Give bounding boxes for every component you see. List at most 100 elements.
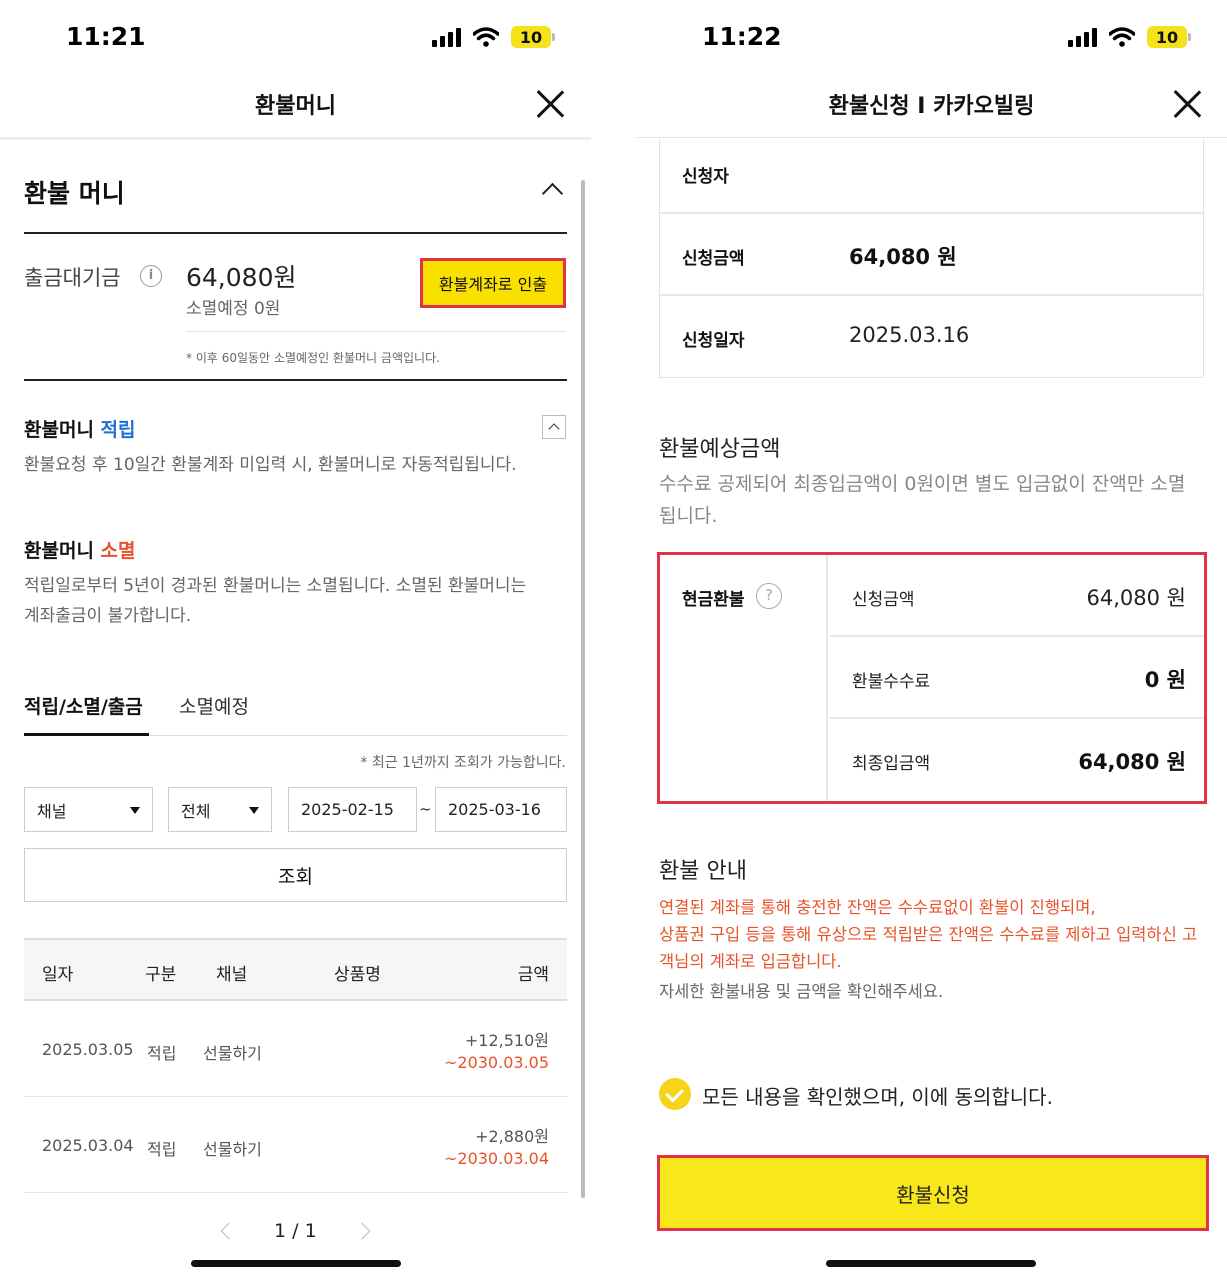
refund-money-screen: 11:21 10 환불머니 환불 머니 출금대기금 i 64,080원 소멸예정… [0,0,591,1280]
column-header-amount: 금액 [517,965,549,985]
table-row: 2025.03.05 적립 선물하기 +12,510원 ~2030.03.05 [24,1001,567,1097]
accrual-title-highlight: 적립 [100,419,136,441]
row-channel: 선물하기 [203,1140,262,1159]
date-value: 2025.03.16 [849,323,970,347]
guide-title: 환불 안내 [659,859,747,884]
wifi-icon [1109,27,1135,47]
refund-row-final: 최종입금액 64,080 원 [830,719,1204,801]
query-button[interactable]: 조회 [24,848,567,902]
help-icon[interactable]: ? [756,583,782,609]
applicant-label: 신청자 [682,167,729,187]
table-header: 일자 구분 채널 상품명 금액 [24,938,567,1001]
page-title: 환불신청 I 카카오빌링 [828,94,1035,119]
refund-row-fee: 환불수수료 0 원 [830,637,1204,719]
column-header-product: 상품명 [334,965,381,985]
estimate-description: 수수료 공제되어 최종입금액이 0원이면 별도 입금없이 잔액만 소멸됩니다. [659,473,1186,527]
query-note: * 최근 1년까지 조회가 가능합니다. [360,755,566,771]
expiry-title-prefix: 환불머니 [24,540,101,562]
request-info-table: 신청자 신청금액 64,080 원 신청일자 2025.03.16 [659,140,1204,378]
scrollbar[interactable] [581,180,585,1198]
refund-type-cell: 현금환불 ? [660,555,828,801]
battery-icon: 10 [1147,26,1191,48]
row-channel: 선물하기 [203,1044,262,1063]
date-label: 신청일자 [682,331,745,351]
accrual-description: 환불요청 후 10일간 환불계좌 미입력 시, 환불머니로 자동적립됩니다. [24,455,517,475]
column-header-date: 일자 [42,965,74,985]
row-date: 2025.03.05 [42,1040,134,1059]
column-header-channel: 채널 [216,965,248,985]
status-icons: 10 [1068,26,1191,48]
guide-line-1: 연결된 계좌를 통해 충전한 잔액은 수수료없이 환불이 진행되며, [659,898,1096,917]
type-select-value: 전체 [181,801,211,821]
submit-refund-button[interactable]: 환불신청 [657,1155,1209,1231]
close-button[interactable] [1171,88,1203,120]
guide-line-2: 상품권 구입 등을 통해 유상으로 적립받은 잔액은 수수료를 제하고 입력하신… [659,925,1198,971]
prev-page-icon[interactable] [220,1222,238,1240]
refund-request-screen: 11:22 10 환불신청 I 카카오빌링 신청자 신청금액 64,080 원 … [636,0,1227,1280]
collapse-chevron-icon[interactable] [542,415,566,439]
battery-icon: 10 [511,26,555,48]
signal-icon [1068,27,1097,47]
home-indicator[interactable] [191,1260,401,1267]
next-page-icon[interactable] [353,1222,371,1240]
refund-row-label: 환불수수료 [852,672,931,692]
refund-row-value: 0 원 [1144,668,1186,692]
accrual-title: 환불머니 적립 [24,415,136,442]
accrual-title-prefix: 환불머니 [24,419,101,441]
column-header-type: 구분 [145,965,177,985]
row-type: 적립 [147,1044,177,1063]
date-to-input[interactable]: 2025-03-16 [435,787,567,832]
tab-history[interactable]: 적립/소멸/출금 [24,692,143,719]
section-title: 환불 머니 [24,179,125,208]
expiry-title: 환불머니 소멸 [24,536,136,563]
amount-value: 64,080 원 [849,245,957,269]
guide-line-3: 자세한 환불내용 및 금액을 확인해주세요. [659,982,944,1001]
row-type: 적립 [147,1140,177,1159]
status-time: 11:22 [702,22,782,51]
row-date: 2025.03.04 [42,1136,134,1155]
refund-row-label: 신청금액 [852,590,915,610]
channel-select[interactable]: 채널 [24,787,153,832]
withdraw-to-account-button[interactable]: 환불계좌로 인출 [420,258,566,308]
refund-breakdown: 현금환불 ? 신청금액 64,080 원 환불수수료 0 원 최종입금액 64,… [657,552,1207,804]
caret-down-icon [249,807,259,814]
row-amount: +12,510원 [464,1031,549,1050]
type-select[interactable]: 전체 [168,787,272,832]
table-row: 2025.03.04 적립 선물하기 +2,880원 ~2030.03.04 [24,1097,567,1193]
tab-scheduled-expiry[interactable]: 소멸예정 [179,692,249,719]
pending-label: 출금대기금 [24,266,121,290]
wifi-icon [473,27,499,47]
refund-row-requested: 신청금액 64,080 원 [830,555,1204,637]
refund-row-value: 64,080 원 [1078,750,1186,774]
row-amount: +2,880원 [475,1127,549,1146]
channel-select-value: 채널 [37,801,67,821]
estimate-title: 환불예상금액 [659,437,781,462]
info-row-amount: 신청금액 64,080 원 [660,214,1203,296]
expiry-description: 적립일로부터 5년이 경과된 환불머니는 소멸됩니다. 소멸된 환불머니는 계좌… [24,576,527,626]
amount-label: 신청금액 [682,249,745,269]
info-icon[interactable]: i [140,265,162,287]
row-expire-date: ~2030.03.04 [443,1149,549,1168]
page-indicator: 1 / 1 [274,1220,317,1242]
status-icons: 10 [432,26,555,48]
header-divider [636,137,1227,138]
status-time: 11:21 [66,22,146,51]
divider [186,331,566,332]
agree-checkbox[interactable] [659,1078,691,1110]
active-tab-indicator [24,733,149,736]
info-row-date: 신청일자 2025.03.16 [660,296,1203,378]
info-row-applicant: 신청자 [660,140,1203,214]
row-expire-date: ~2030.03.05 [443,1053,549,1072]
divider [24,232,567,234]
close-button[interactable] [534,88,566,120]
signal-icon [432,27,461,47]
refund-row-label: 최종입금액 [852,754,931,774]
header-divider [0,137,591,140]
expiry-title-highlight: 소멸 [100,540,136,562]
home-indicator[interactable] [826,1260,1036,1267]
refund-type-label: 현금환불 [682,590,745,610]
caret-down-icon [130,807,140,814]
agree-label[interactable]: 모든 내용을 확인했으며, 이에 동의합니다. [702,1081,1053,1110]
collapse-chevron-icon[interactable] [542,180,562,200]
date-from-input[interactable]: 2025-02-15 [288,787,417,832]
